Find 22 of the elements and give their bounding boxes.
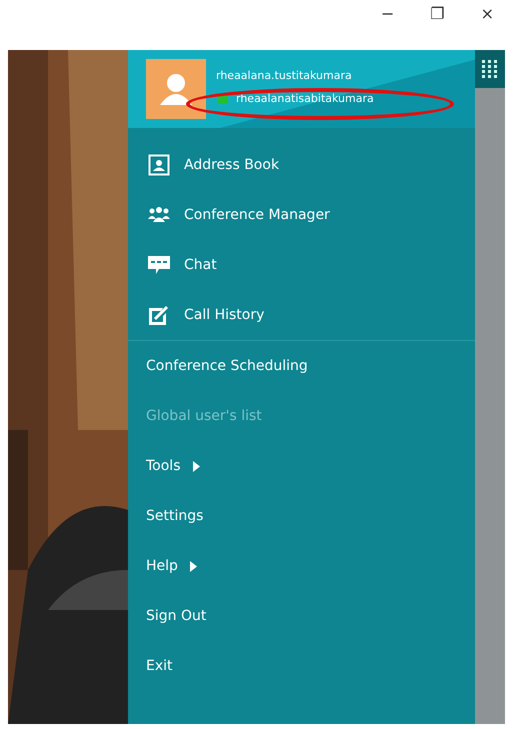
- submenu-arrow-icon: [192, 460, 200, 472]
- people-group-icon: [147, 205, 171, 225]
- window-control[interactable]: −: [380, 0, 394, 23]
- menu-item[interactable]: Conference Scheduling: [128, 341, 475, 391]
- menu-item[interactable]: Tools: [128, 441, 475, 491]
- submenu-arrow-icon: [190, 560, 197, 572]
- menu-item[interactable]: Call History: [128, 290, 475, 340]
- phone-log-icon: [148, 304, 170, 326]
- menu-item[interactable]: Help: [128, 541, 475, 591]
- chat-bubble-icon: [147, 254, 171, 276]
- dialpad-icon[interactable]: [482, 59, 498, 79]
- window-control[interactable]: ❐: [430, 0, 445, 23]
- window-control[interactable]: ×: [480, 0, 494, 23]
- status-account-name: rheaalanatisabitakumara: [236, 92, 374, 105]
- menu-item[interactable]: Exit: [128, 641, 475, 691]
- menu-item[interactable]: Address Book: [128, 140, 475, 190]
- menu-item[interactable]: Chat: [128, 240, 475, 290]
- menu-item[interactable]: Conference Manager: [128, 190, 475, 240]
- account-name: rheaalana.tustitakumara: [216, 69, 353, 82]
- menu-item[interactable]: Settings: [128, 491, 475, 541]
- contact-card-icon: [148, 154, 170, 176]
- menu-item[interactable]: Sign Out: [128, 591, 475, 641]
